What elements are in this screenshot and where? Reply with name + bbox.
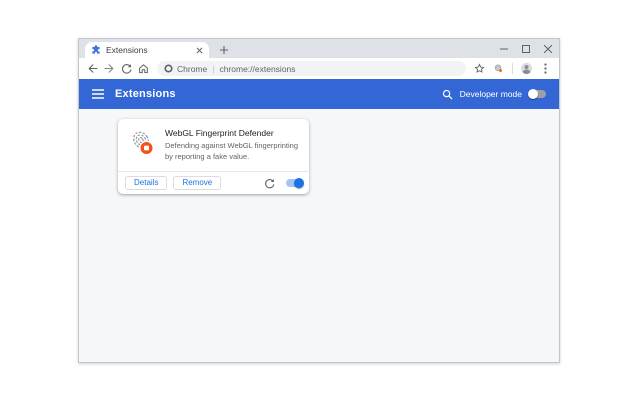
details-button[interactable]: Details (125, 176, 167, 191)
browser-toolbar: Chrome | chrome://extensions (79, 58, 559, 79)
back-icon[interactable] (84, 60, 101, 77)
window-controls (493, 39, 559, 58)
url-separator: | (211, 64, 215, 74)
browser-tab-extensions[interactable]: Extensions (85, 42, 209, 58)
close-button[interactable] (537, 39, 559, 58)
developer-mode-toggle[interactable] (530, 90, 546, 98)
extension-description: Defending against WebGL fingerprinting b… (165, 141, 305, 163)
reload-icon[interactable] (118, 60, 135, 77)
extension-card: WebGL Fingerprint Defender Defending aga… (118, 119, 309, 194)
profile-avatar-icon[interactable] (518, 60, 535, 77)
site-label: Chrome (177, 64, 207, 74)
bookmark-star-icon[interactable] (471, 60, 488, 77)
extensions-content: WebGL Fingerprint Defender Defending aga… (79, 109, 559, 362)
tab-close-icon[interactable] (196, 47, 203, 54)
developer-mode-label: Developer mode (460, 89, 522, 99)
extensions-page-header: Extensions Developer mode (79, 79, 559, 109)
menu-dots-icon[interactable] (537, 60, 554, 77)
page-title: Extensions (115, 88, 176, 100)
toolbar-right (471, 60, 554, 77)
url-text: chrome://extensions (219, 64, 295, 74)
browser-window: Extensions (78, 38, 560, 363)
extension-title: WebGL Fingerprint Defender (165, 128, 305, 138)
maximize-button[interactable] (515, 39, 537, 58)
extension-enabled-toggle[interactable] (286, 179, 302, 187)
extension-reload-icon[interactable] (262, 176, 276, 190)
new-tab-button[interactable] (216, 42, 232, 58)
home-icon[interactable] (135, 60, 152, 77)
toolbar-divider (512, 63, 513, 74)
remove-button[interactable]: Remove (173, 176, 221, 191)
puzzle-favicon-icon (91, 45, 101, 55)
site-info-icon[interactable] (164, 64, 173, 73)
webgl-fingerprint-icon (128, 129, 156, 157)
search-icon[interactable] (442, 89, 453, 100)
tab-title: Extensions (106, 45, 191, 55)
forward-icon[interactable] (101, 60, 118, 77)
hamburger-menu-icon[interactable] (92, 89, 104, 99)
address-bar[interactable]: Chrome | chrome://extensions (157, 61, 466, 76)
tab-strip: Extensions (79, 39, 559, 58)
minimize-button[interactable] (493, 39, 515, 58)
extension-toolbar-icon[interactable] (490, 60, 507, 77)
